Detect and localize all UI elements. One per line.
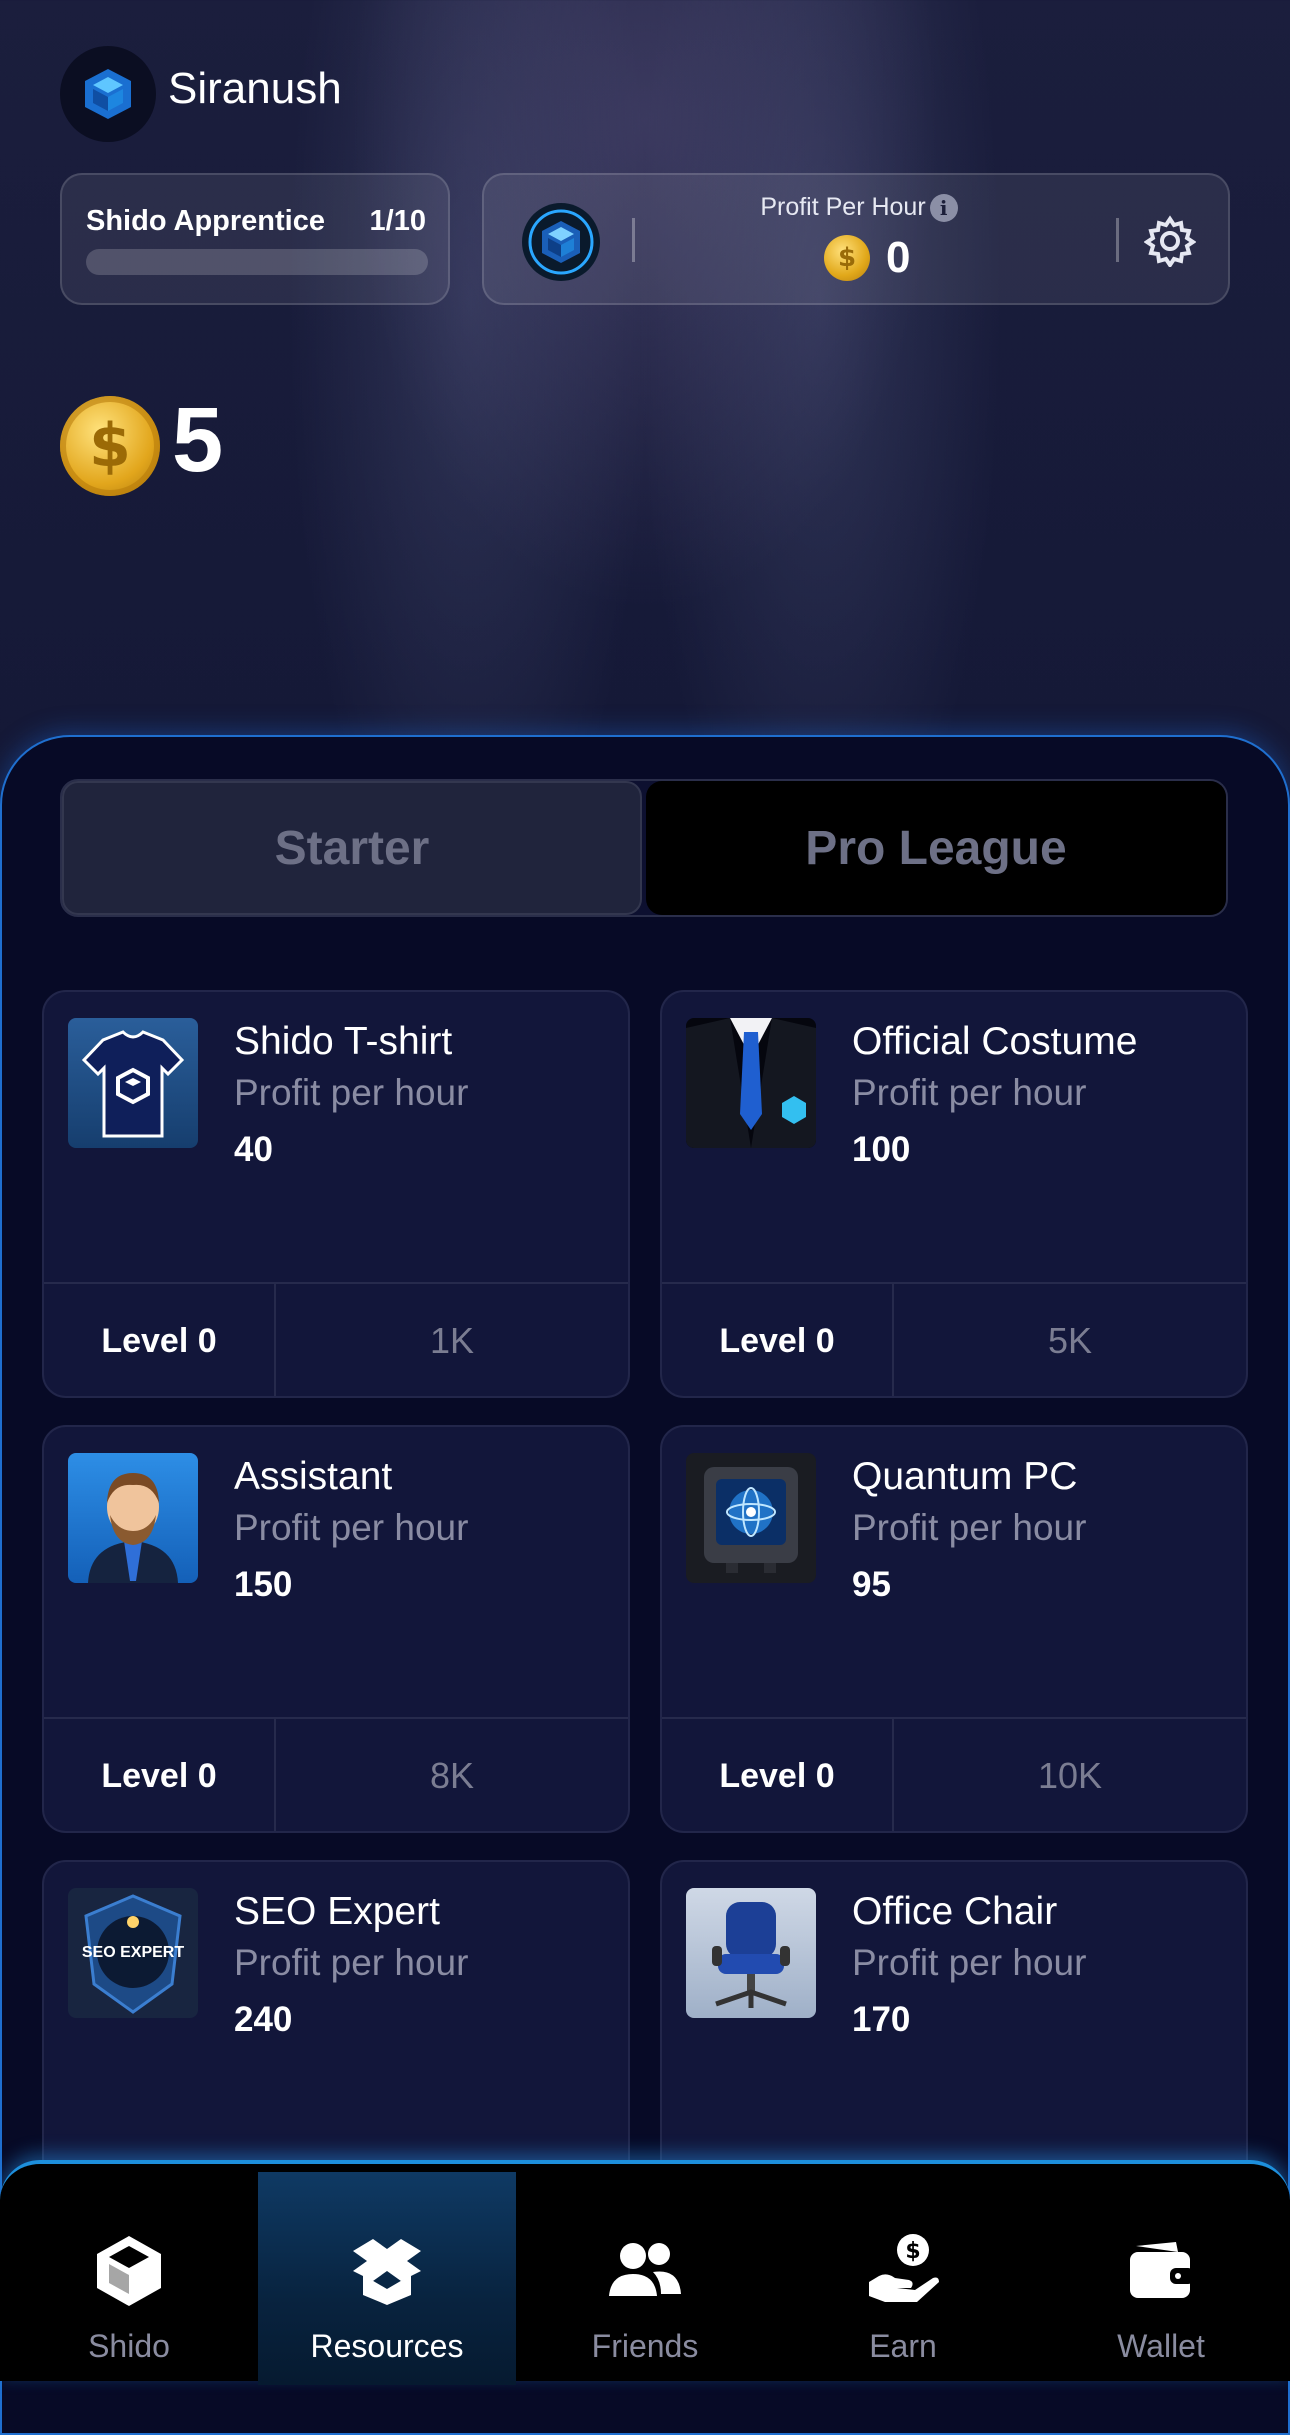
card-title: Quantum PC <box>852 1455 1078 1498</box>
shido-logo-icon <box>528 209 594 275</box>
card-level: Level 0 <box>44 1719 276 1831</box>
nav-label: Wallet <box>1117 2328 1205 2364</box>
card-profit-value: 40 <box>234 1130 273 1169</box>
card-profit-value: 170 <box>852 2000 911 2039</box>
tshirt-icon <box>68 1018 198 1148</box>
card-footer: Level 0 5K <box>662 1282 1246 1396</box>
divider <box>1116 218 1119 262</box>
rank-count: 1/10 <box>369 205 426 237</box>
friends-icon <box>609 2243 681 2296</box>
profit-per-hour-value: 0 <box>886 233 911 282</box>
assistant-icon <box>68 1453 198 1583</box>
card-profit-value: 95 <box>852 1565 891 1604</box>
nav-item-friends[interactable]: Friends <box>516 2172 774 2385</box>
card-profit-value: 150 <box>234 1565 293 1604</box>
upgrade-cost-button[interactable]: 10K <box>894 1719 1246 1831</box>
divider <box>632 218 635 262</box>
resource-card[interactable]: Assistant Profit per hour 150 Level 0 8K <box>42 1425 630 1833</box>
tab-starter[interactable]: Starter <box>62 781 642 915</box>
coin-icon: $ <box>824 235 870 281</box>
upgrade-cost-button[interactable]: 8K <box>276 1719 628 1831</box>
card-subtitle: Profit per hour <box>852 1072 1087 1113</box>
rank-title: Shido Apprentice <box>86 205 325 237</box>
earn-icon: $ <box>869 2234 939 2302</box>
info-icon[interactable]: i <box>929 194 958 223</box>
resource-card[interactable]: Shido T-shirt Profit per hour 40 Level 0… <box>42 990 630 1398</box>
shido-logo-icon <box>97 2236 161 2306</box>
card-title: SEO Expert <box>234 1890 440 1933</box>
app-logo <box>60 46 156 142</box>
rank-card[interactable]: Shido Apprentice 1/10 <box>60 173 450 305</box>
card-subtitle: Profit per hour <box>852 1507 1087 1548</box>
nav-item-earn[interactable]: $ Earn <box>774 2172 1032 2385</box>
rank-progress-bar <box>86 249 428 275</box>
username: Siranush <box>168 64 342 113</box>
shido-logo-badge <box>522 203 600 281</box>
tab-pro-league[interactable]: Pro League <box>646 781 1226 915</box>
seo-badge-icon: SEO EXPERT <box>68 1888 198 2018</box>
nav-item-wallet[interactable]: Wallet <box>1032 2172 1290 2385</box>
upgrade-cost-button[interactable]: 5K <box>894 1284 1246 1396</box>
card-footer: Level 0 8K <box>44 1717 628 1831</box>
card-title: Shido T-shirt <box>234 1020 453 1063</box>
profit-per-hour-label: Profit Per Hour i <box>684 193 1034 223</box>
card-level: Level 0 <box>662 1284 894 1396</box>
suit-icon <box>686 1018 816 1148</box>
nav-label: Friends <box>591 2328 699 2364</box>
resource-card[interactable]: Quantum PC Profit per hour 95 Level 0 10… <box>660 1425 1248 1833</box>
nav-label: Shido <box>88 2328 170 2364</box>
card-profit-value: 100 <box>852 1130 911 1169</box>
wallet-icon <box>1130 2242 1194 2298</box>
gear-icon <box>1143 215 1197 269</box>
card-subtitle: Profit per hour <box>234 1507 469 1548</box>
svg-text:$: $ <box>905 2239 920 2264</box>
card-title: Official Costume <box>852 1020 1138 1063</box>
upgrade-cost-button[interactable]: 1K <box>276 1284 628 1396</box>
card-level: Level 0 <box>662 1719 894 1831</box>
nav-item-shido[interactable]: Shido <box>0 2172 258 2385</box>
resource-card[interactable]: Official Costume Profit per hour 100 Lev… <box>660 990 1248 1398</box>
shido-logo-icon <box>85 69 131 119</box>
nav-label: Resources <box>310 2328 464 2364</box>
office-chair-icon <box>686 1888 816 2018</box>
card-profit-value: 240 <box>234 2000 293 2039</box>
card-subtitle: Profit per hour <box>234 1942 469 1983</box>
profit-per-hour-value-row: $ 0 <box>824 233 910 283</box>
quantum-pc-icon <box>686 1453 816 1583</box>
card-subtitle: Profit per hour <box>234 1072 469 1113</box>
card-title: Office Chair <box>852 1890 1058 1933</box>
card-footer: Level 0 1K <box>44 1282 628 1396</box>
nav-item-resources[interactable]: Resources <box>258 2172 516 2385</box>
card-subtitle: Profit per hour <box>852 1942 1087 1983</box>
seo-badge-text: SEO EXPERT <box>81 1944 185 1961</box>
coin-icon: $ <box>60 396 160 496</box>
card-level: Level 0 <box>44 1284 276 1396</box>
box-icon <box>353 2239 421 2305</box>
settings-button[interactable] <box>1143 215 1197 271</box>
profit-per-hour-card: Profit Per Hour i $ 0 <box>482 173 1230 305</box>
profit-per-hour-text: Profit Per Hour <box>760 193 926 221</box>
league-tabs: Starter Pro League <box>60 779 1228 917</box>
coin-balance: 5 <box>172 389 224 491</box>
card-title: Assistant <box>234 1455 393 1498</box>
bottom-nav: Shido Resources Friends $ Earn Wallet <box>0 2160 1290 2385</box>
nav-label: Earn <box>869 2328 937 2364</box>
card-footer: Level 0 10K <box>662 1717 1246 1831</box>
